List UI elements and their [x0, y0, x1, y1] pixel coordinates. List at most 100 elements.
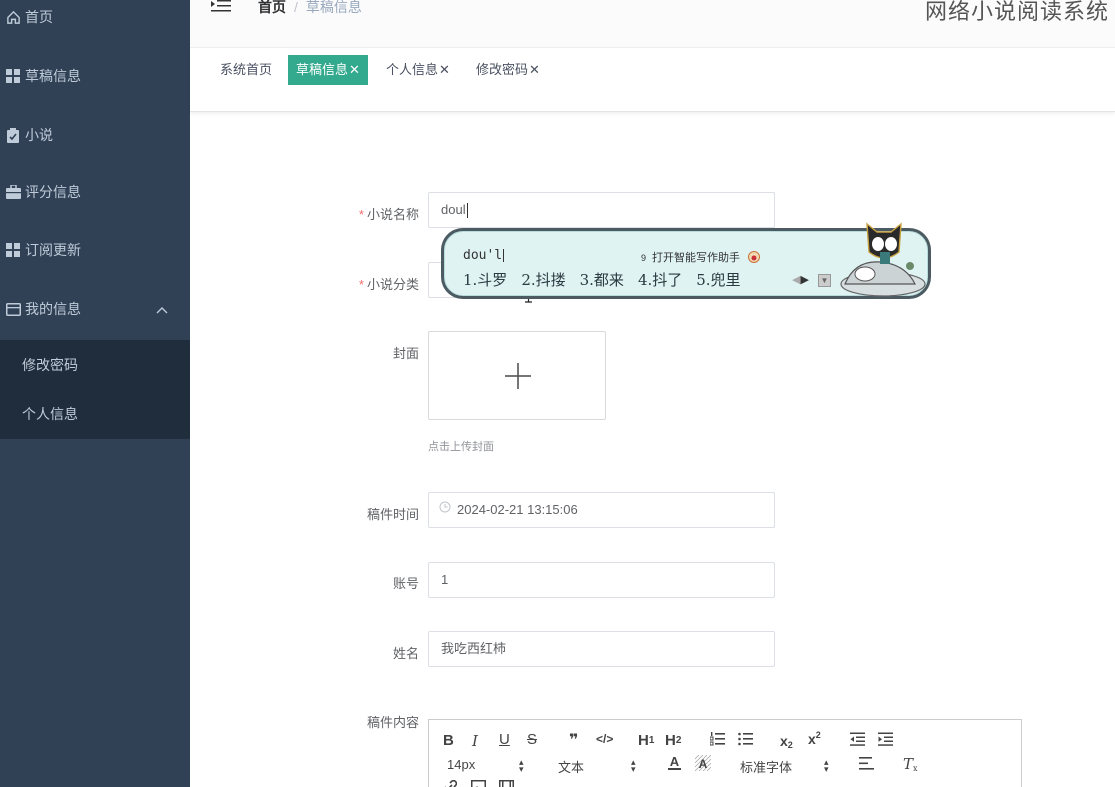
bullet-list-icon[interactable] — [738, 732, 753, 746]
tag-change-password[interactable]: 修改密码✕ — [468, 55, 548, 85]
text-caret — [466, 203, 468, 219]
font-family-select[interactable]: 标准字体 ▴ ▾ — [740, 757, 835, 776]
close-icon[interactable]: ✕ — [349, 62, 360, 77]
sidebar-item-novels[interactable]: 小说 — [0, 107, 190, 163]
chevron-right-icon[interactable]: ▶ — [800, 274, 808, 286]
sidebar-item-label: 首页 — [25, 9, 53, 25]
ime-composition: dou'l — [463, 248, 505, 263]
novel-name-label: * 小说名称 — [319, 204, 419, 223]
strikethrough-icon[interactable]: S — [527, 731, 537, 748]
tag-label: 系统首页 — [220, 62, 273, 77]
content-label: 稿件内容 — [366, 715, 419, 730]
account-input[interactable]: 1 — [428, 562, 775, 598]
tags-view: 系统首页 草稿信息✕ 个人信息✕ 修改密码✕ — [190, 48, 1115, 112]
time-picker[interactable]: 2024-02-21 13:15:06 — [428, 492, 775, 528]
image-icon[interactable] — [471, 780, 486, 787]
name-label: 姓名 — [392, 646, 419, 661]
sidebar-item-ratings[interactable]: 评分信息 — [0, 164, 190, 220]
svg-text:A: A — [699, 757, 708, 771]
label-text: 小说名称 — [366, 207, 419, 222]
ime-candidate[interactable]: 3.都来 — [580, 271, 624, 289]
blockquote-icon[interactable]: ❞ — [569, 730, 578, 750]
tag-drafts[interactable]: 草稿信息✕ — [288, 55, 368, 85]
updown-icon: ▴ ▾ — [824, 757, 829, 774]
select-value: 文本 — [558, 760, 585, 775]
grid-icon — [5, 242, 21, 258]
ime-panel: dou'l 9 打开智能写作助手 1.斗罗 2.抖搂 3.都来 4.抖了 5.兜里 ◀▶ … — [444, 222, 928, 297]
dropdown-icon[interactable]: ▼ — [818, 273, 831, 287]
sidebar-item-change-password[interactable]: 修改密码 — [0, 341, 190, 389]
sidebar-item-subscriptions[interactable]: 订阅更新 — [0, 222, 190, 278]
select-value: 14px — [447, 757, 476, 772]
ime-candidates: 1.斗罗 2.抖搂 3.都来 4.抖了 5.兜里 — [463, 269, 755, 290]
card-icon — [5, 301, 21, 317]
required-mark: * — [358, 207, 364, 222]
clear-format-icon[interactable]: Tx — [903, 755, 918, 773]
align-icon[interactable] — [859, 757, 874, 770]
italic-icon[interactable]: I — [472, 732, 478, 750]
time-label: 稿件时间 — [366, 507, 419, 522]
sidebar-item-label: 草稿信息 — [25, 68, 81, 84]
breadcrumb-home[interactable]: 首页 — [258, 0, 286, 15]
text-style-select[interactable]: 文本 ▴ ▾ — [558, 757, 640, 776]
menu-toggle-icon[interactable] — [210, 0, 232, 17]
cover-upload[interactable] — [428, 331, 606, 420]
sidebar-item-home[interactable]: 首页 — [0, 0, 190, 45]
sidebar-item-label: 个人信息 — [22, 406, 78, 422]
link-icon[interactable] — [443, 780, 457, 787]
top-header: 首页 / 草稿信息 网络小说阅读系统 — [190, 0, 1115, 48]
background-color-icon[interactable]: A — [695, 755, 711, 771]
cover-label: 封面 — [392, 346, 419, 361]
underline-icon[interactable]: U — [499, 731, 510, 748]
tag-personal-info[interactable]: 个人信息✕ — [378, 55, 458, 85]
sidebar-item-label: 评分信息 — [25, 184, 81, 200]
outdent-icon[interactable] — [850, 732, 865, 746]
tag-label: 草稿信息 — [296, 62, 349, 77]
novel-name-input[interactable]: doul — [428, 192, 775, 228]
submenu-my-info: 修改密码 个人信息 — [0, 340, 190, 439]
sidebar-item-personal-info[interactable]: 个人信息 — [0, 390, 190, 438]
required-mark: * — [358, 277, 364, 292]
input-value: 2024-02-21 13:15:06 — [457, 502, 578, 517]
close-icon[interactable]: ✕ — [439, 62, 450, 77]
ime-candidate[interactable]: 4.抖了 — [638, 271, 682, 289]
heading2-icon[interactable]: H2 — [665, 732, 681, 749]
clock-icon — [439, 492, 451, 526]
assistant-icon — [748, 250, 761, 266]
assist-label: 打开智能写作助手 — [652, 252, 741, 264]
close-icon[interactable]: ✕ — [529, 62, 540, 77]
ordered-list-icon[interactable] — [710, 732, 725, 746]
font-color-icon[interactable]: A — [668, 755, 681, 770]
name-input[interactable]: 我吃西红柿 — [428, 631, 775, 667]
ime-candidate[interactable]: 1.斗罗 — [463, 271, 507, 289]
sidebar-item-my-info[interactable]: 我的信息 — [0, 281, 190, 337]
sidebar-item-label: 我的信息 — [25, 301, 81, 317]
bold-icon[interactable]: B — [443, 732, 454, 749]
system-title: 网络小说阅读系统 — [924, 0, 1109, 24]
updown-icon: ▴ ▾ — [519, 757, 524, 774]
sidebar-item-label: 小说 — [25, 127, 53, 143]
tag-system-home[interactable]: 系统首页 — [212, 55, 280, 85]
superscript-icon[interactable]: x2 — [808, 730, 821, 747]
sidebar-item-drafts[interactable]: 草稿信息 — [0, 48, 190, 104]
tag-label: 修改密码 — [476, 62, 529, 77]
ime-page-nav[interactable]: ◀▶ ▼ — [792, 273, 831, 287]
assist-key: 9 — [641, 253, 647, 263]
subscript-icon[interactable]: x2 — [780, 732, 793, 750]
rich-text-editor[interactable]: B I U S ❞ </> H1 H2 x2 x2 14px ▴ ▾ 文本 ▴ ▾ … — [428, 719, 1022, 787]
ime-candidate[interactable]: 5.兜里 — [696, 271, 740, 289]
ime-mascot — [835, 222, 930, 303]
video-icon[interactable] — [499, 780, 514, 787]
code-icon[interactable]: </> — [596, 732, 613, 746]
ime-assistant-link[interactable]: 9 打开智能写作助手 — [641, 249, 761, 266]
account-label: 账号 — [392, 576, 419, 591]
ime-candidate[interactable]: 2.抖搂 — [521, 271, 565, 289]
heading1-icon[interactable]: H1 — [638, 732, 654, 749]
breadcrumb-separator: / — [294, 0, 298, 15]
indent-icon[interactable] — [878, 732, 893, 746]
plus-icon — [505, 363, 531, 392]
tag-label: 个人信息 — [386, 62, 439, 77]
font-size-select[interactable]: 14px ▴ ▾ — [447, 757, 529, 774]
ime-candidate-window: dou'l 9 打开智能写作助手 1.斗罗 2.抖搂 3.都来 4.抖了 5.兜里 ◀▶ … — [441, 222, 931, 299]
clipboard-icon — [5, 127, 21, 143]
